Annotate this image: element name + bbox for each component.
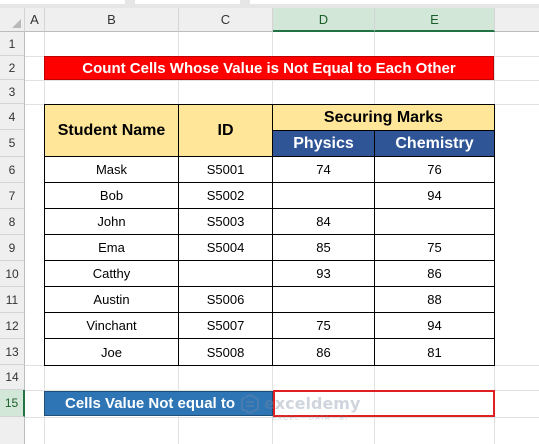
column-header-a[interactable]: A bbox=[25, 8, 45, 32]
header-securing-marks[interactable]: Securing Marks bbox=[272, 104, 495, 131]
cell-id[interactable]: S5001 bbox=[178, 156, 273, 183]
cell-name[interactable]: Austin bbox=[44, 286, 179, 313]
header-student-name[interactable]: Student Name bbox=[44, 104, 179, 157]
header-chemistry[interactable]: Chemistry bbox=[374, 130, 495, 157]
result-cell-selected[interactable] bbox=[273, 390, 495, 417]
cell-physics[interactable] bbox=[272, 286, 375, 313]
cell-chemistry[interactable] bbox=[374, 208, 495, 235]
cell-physics[interactable]: 74 bbox=[272, 156, 375, 183]
cell-chemistry[interactable]: 88 bbox=[374, 286, 495, 313]
cell-chemistry[interactable]: 75 bbox=[374, 234, 495, 261]
gridline bbox=[25, 80, 539, 81]
row-header-7[interactable]: 7 bbox=[0, 183, 25, 209]
column-header-b[interactable]: B bbox=[45, 8, 179, 32]
row-header-2[interactable]: 2 bbox=[0, 56, 25, 80]
cell-physics[interactable]: 84 bbox=[272, 208, 375, 235]
cell-physics[interactable] bbox=[272, 182, 375, 209]
row-header-5[interactable]: 5 bbox=[0, 130, 25, 157]
row-header-13[interactable]: 13 bbox=[0, 339, 25, 365]
row-header-14[interactable]: 14 bbox=[0, 365, 25, 390]
cell-chemistry[interactable]: 86 bbox=[374, 260, 495, 287]
column-header-blank bbox=[495, 8, 539, 32]
cell-name[interactable]: Vinchant bbox=[44, 312, 179, 339]
cell-chemistry[interactable]: 76 bbox=[374, 156, 495, 183]
result-label[interactable]: Cells Value Not equal to bbox=[44, 391, 273, 416]
row-header-1[interactable]: 1 bbox=[0, 32, 25, 56]
row-header-11[interactable]: 11 bbox=[0, 287, 25, 313]
row-header-15[interactable]: 15 bbox=[0, 390, 25, 417]
header-id[interactable]: ID bbox=[178, 104, 273, 157]
cell-name[interactable]: Joe bbox=[44, 338, 179, 366]
cell-chemistry[interactable]: 94 bbox=[374, 312, 495, 339]
column-header-e[interactable]: E bbox=[375, 8, 495, 32]
cell-id[interactable]: S5003 bbox=[178, 208, 273, 235]
cell-chemistry[interactable]: 94 bbox=[374, 182, 495, 209]
cell-physics[interactable]: 75 bbox=[272, 312, 375, 339]
column-header-c[interactable]: C bbox=[179, 8, 273, 32]
column-header-d[interactable]: D bbox=[273, 8, 375, 32]
row-header-6[interactable]: 6 bbox=[0, 157, 25, 183]
row-header-4[interactable]: 4 bbox=[0, 104, 25, 130]
gridline bbox=[25, 417, 539, 418]
cell-name[interactable]: Bob bbox=[44, 182, 179, 209]
cell-id[interactable]: S5008 bbox=[178, 338, 273, 366]
row-header-12[interactable]: 12 bbox=[0, 313, 25, 339]
cell-id[interactable]: S5007 bbox=[178, 312, 273, 339]
row-header-blank bbox=[0, 417, 25, 444]
cell-name[interactable]: John bbox=[44, 208, 179, 235]
sheet-title[interactable]: Count Cells Whose Value is Not Equal to … bbox=[44, 56, 494, 80]
cell-physics[interactable]: 86 bbox=[272, 338, 375, 366]
cell-physics[interactable]: 85 bbox=[272, 234, 375, 261]
tab-strip-segment bbox=[0, 0, 125, 4]
header-physics[interactable]: Physics bbox=[272, 130, 375, 157]
cell-id[interactable]: S5002 bbox=[178, 182, 273, 209]
cell-id[interactable] bbox=[178, 260, 273, 287]
cell-name[interactable]: Mask bbox=[44, 156, 179, 183]
select-all-corner[interactable] bbox=[0, 8, 25, 32]
cell-physics[interactable]: 93 bbox=[272, 260, 375, 287]
row-header-10[interactable]: 10 bbox=[0, 261, 25, 287]
select-all-icon bbox=[12, 19, 21, 28]
tab-strip-segment bbox=[250, 0, 539, 4]
cell-id[interactable]: S5006 bbox=[178, 286, 273, 313]
cell-chemistry[interactable]: 81 bbox=[374, 338, 495, 366]
tab-strip-segment bbox=[135, 0, 240, 4]
row-header-8[interactable]: 8 bbox=[0, 209, 25, 235]
row-header-9[interactable]: 9 bbox=[0, 235, 25, 261]
cell-name[interactable]: Catthy bbox=[44, 260, 179, 287]
row-header-3[interactable]: 3 bbox=[0, 80, 25, 104]
cell-id[interactable]: S5004 bbox=[178, 234, 273, 261]
cell-name[interactable]: Ema bbox=[44, 234, 179, 261]
